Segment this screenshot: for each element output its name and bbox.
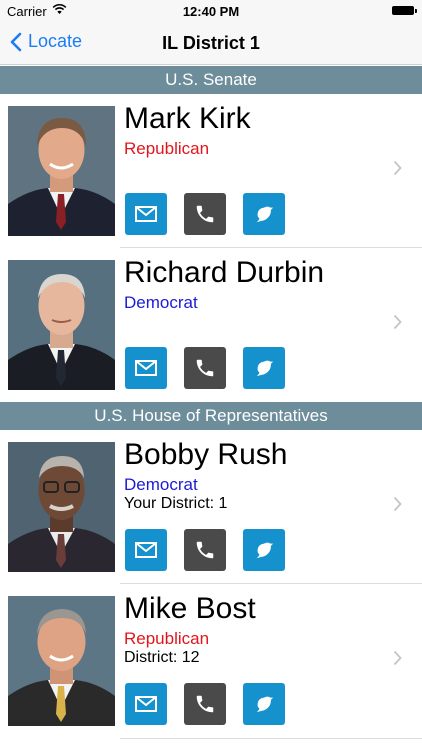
contact-actions (125, 347, 302, 389)
email-button[interactable] (125, 529, 167, 571)
member-row-bobby-rush[interactable]: Bobby Rush Democrat Your District: 1 (0, 430, 422, 580)
chevron-right-icon (393, 314, 402, 335)
twitter-button[interactable] (243, 347, 285, 389)
email-icon (135, 206, 157, 222)
row-divider (120, 738, 422, 739)
member-party: Democrat (124, 475, 198, 494)
phone-button[interactable] (184, 529, 226, 571)
email-icon (135, 696, 157, 712)
twitter-bird-icon (256, 696, 274, 713)
member-party: Republican (124, 139, 210, 158)
contact-actions (125, 683, 302, 725)
member-name: Bobby Rush (124, 438, 288, 471)
back-button[interactable]: Locate (10, 31, 82, 52)
member-row-mike-bost[interactable]: Mike Bost Republican District: 12 (0, 584, 422, 734)
phone-button[interactable] (184, 683, 226, 725)
phone-button[interactable] (184, 193, 226, 235)
member-row-mark-kirk[interactable]: Mark Kirk Republican (0, 94, 422, 244)
phone-button[interactable] (184, 347, 226, 389)
phone-icon (196, 359, 214, 377)
twitter-button[interactable] (243, 529, 285, 571)
navigation-bar: Locate IL District 1 (0, 22, 422, 65)
email-button[interactable] (125, 193, 167, 235)
member-party: Republican (124, 629, 210, 648)
phone-icon (196, 205, 214, 223)
contact-actions (125, 529, 302, 571)
phone-icon (196, 695, 214, 713)
email-icon (135, 542, 157, 558)
member-photo (8, 596, 115, 726)
email-button[interactable] (125, 683, 167, 725)
twitter-bird-icon (256, 360, 274, 377)
member-name: Mike Bost (124, 592, 256, 625)
member-photo (8, 106, 115, 236)
email-icon (135, 360, 157, 376)
contact-actions (125, 193, 302, 235)
chevron-right-icon (393, 496, 402, 517)
status-bar: Carrier 12:40 PM (0, 0, 422, 22)
member-district: District: 12 (124, 649, 200, 666)
twitter-bird-icon (256, 542, 274, 559)
chevron-right-icon (393, 160, 402, 181)
member-name: Richard Durbin (124, 256, 325, 289)
member-name: Mark Kirk (124, 102, 251, 135)
back-label: Locate (28, 31, 83, 51)
twitter-button[interactable] (243, 193, 285, 235)
phone-icon (196, 541, 214, 559)
member-row-richard-durbin[interactable]: Richard Durbin Democrat (0, 248, 422, 398)
battery-icon (392, 6, 417, 15)
member-district: Your District: 1 (124, 495, 228, 512)
twitter-bird-icon (256, 206, 274, 223)
section-header-house: U.S. House of Representatives (0, 402, 422, 430)
section-header-senate: U.S. Senate (0, 66, 422, 94)
back-chevron-icon (10, 32, 22, 51)
email-button[interactable] (125, 347, 167, 389)
member-photo (8, 442, 115, 572)
clock-time: 12:40 PM (182, 4, 240, 19)
chevron-right-icon (393, 650, 402, 671)
member-photo (8, 260, 115, 390)
twitter-button[interactable] (243, 683, 285, 725)
member-party: Democrat (124, 293, 198, 312)
